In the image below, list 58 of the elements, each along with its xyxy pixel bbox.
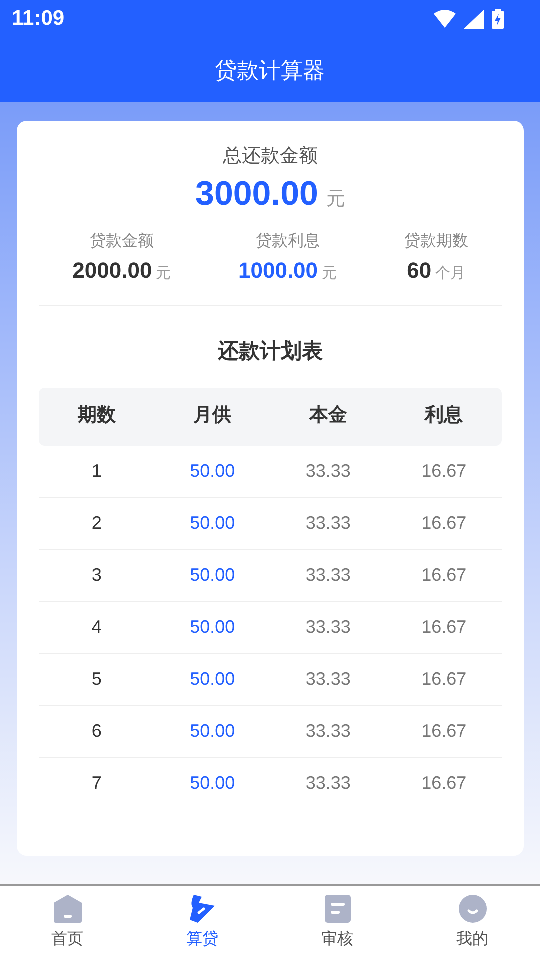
status-time: 11:09 [12, 6, 65, 32]
table-cell: 16.67 [422, 773, 467, 793]
unit-label: 元 [326, 188, 346, 212]
battery-icon [492, 9, 504, 29]
stat-value: 1000.00 [238, 257, 318, 285]
column-header: 期数 [78, 405, 116, 426]
tab-item[interactable]: 我的 [405, 886, 540, 960]
table-cell: 6 [92, 720, 102, 740]
table-cell: 50.00 [190, 773, 236, 793]
stat-label: 贷款利息 [256, 233, 320, 250]
wifi-icon [434, 10, 456, 28]
unit-label: 个月 [436, 264, 466, 284]
table-cell: 16.67 [422, 720, 467, 740]
table-cell: 5 [92, 668, 102, 688]
tab-item[interactable]: 首页 [0, 886, 135, 960]
house-icon [52, 894, 82, 924]
total-amount: 3000.00 [196, 176, 318, 213]
table-cell: 16.67 [422, 460, 467, 480]
table-cell: 16.67 [422, 668, 467, 688]
table-cell: 16.67 [422, 616, 467, 636]
table-cell: 50.00 [190, 564, 236, 584]
table-cell: 50.00 [190, 616, 236, 636]
table-cell: 16.67 [422, 564, 467, 584]
column-header: 利息 [425, 405, 464, 426]
page-title: 贷款计算器 [215, 56, 325, 84]
table-cell: 33.33 [306, 460, 351, 480]
table-cell: 50.00 [190, 668, 236, 688]
table-cell: 7 [92, 773, 102, 793]
table-cell: 50.00 [190, 720, 236, 740]
unit-label: 元 [322, 264, 338, 284]
table-cell: 33.33 [306, 564, 351, 584]
stat-value: 60 [407, 257, 432, 285]
signal-icon [464, 10, 484, 28]
stat-label: 贷款期数 [404, 233, 468, 250]
table-cell: 33.33 [306, 616, 351, 636]
tab-item[interactable]: 算贷 [135, 886, 270, 960]
stat-value: 2000.00 [72, 257, 152, 285]
table-cell: 1 [92, 460, 102, 480]
table-cell: 16.67 [422, 512, 467, 532]
unit-label: 元 [156, 264, 172, 284]
lightning-icon [188, 894, 218, 924]
table-cell: 2 [92, 512, 102, 532]
tab-item[interactable]: 审核 [270, 886, 405, 960]
total-label: 总还款金额 [223, 146, 318, 167]
column-header: 月供 [194, 405, 232, 426]
profile-icon [458, 894, 488, 924]
table-cell: 50.00 [190, 512, 236, 532]
schedule-title: 还款计划表 [218, 340, 323, 363]
table-cell: 33.33 [306, 773, 351, 793]
table-cell: 3 [92, 564, 102, 584]
document-icon [324, 894, 352, 924]
stat-label: 贷款金额 [90, 233, 154, 250]
table-cell: 50.00 [190, 460, 236, 480]
table-cell: 33.33 [306, 668, 351, 688]
table-cell: 33.33 [306, 720, 351, 740]
table-cell: 4 [92, 616, 102, 636]
column-header: 本金 [309, 405, 348, 426]
table-cell: 33.33 [306, 512, 351, 532]
